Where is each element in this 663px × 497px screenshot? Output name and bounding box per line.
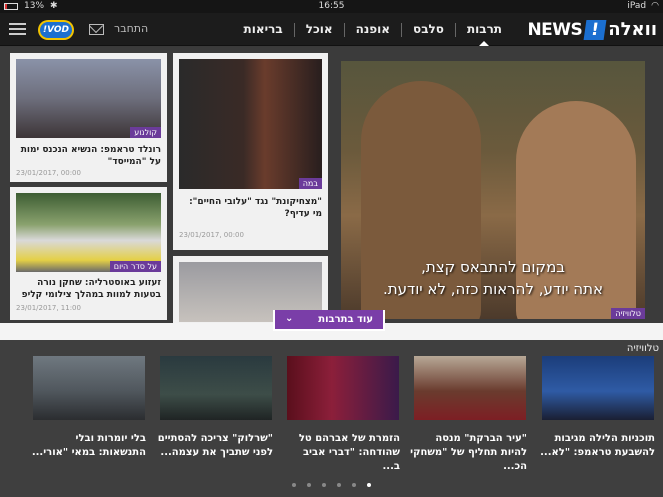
nav-item-health[interactable]: בריאות — [233, 13, 294, 46]
nav-item-celebs[interactable]: סלבס — [402, 13, 455, 46]
story-title: "מצחיקונת" נגד "עלובי החיים": מי עדיף? — [189, 197, 322, 219]
video-thumbnail[interactable] — [414, 356, 526, 420]
video-thumbnail[interactable] — [542, 356, 654, 420]
menu-icon[interactable] — [9, 23, 26, 36]
device-name: iPad — [627, 1, 647, 11]
video-title[interactable]: "שרלוק" צריכה להסתיים לפני שתביך את עצמה… — [155, 432, 273, 460]
video-title[interactable]: תוכניות הלילה מגיבות להשבעת טראמפ: "לא..… — [537, 432, 655, 460]
carousel-pagination — [0, 472, 663, 491]
video-thumbnail[interactable] — [160, 356, 272, 420]
video-title[interactable]: הזמרת של אברהם טל שהודחה: "דברי אביב ב..… — [282, 432, 400, 474]
status-time: 16:55 — [318, 1, 345, 11]
status-right: iPad ◠ — [627, 1, 659, 11]
vod-button[interactable]: VOD! — [38, 20, 74, 40]
video-thumbnail[interactable] — [287, 356, 399, 420]
video-title[interactable]: בלי יומרות ובלי התנשאות: במאי "אורי... — [28, 432, 146, 460]
nav-items: תרבות סלבס אופנה אוכל בריאות — [233, 13, 513, 46]
category-tag: טלוויזיה — [611, 308, 645, 319]
hero-story[interactable]: במקום להתבאס קצת, אתה יודע, להראות כזה, … — [341, 61, 645, 319]
story-card[interactable]: קולנוע רונלד טראמפ: הנשיא הנכנס ימות על … — [10, 53, 167, 182]
story-card[interactable]: במה "מצחיקונת" נגד "עלובי החיים": מי עדי… — [173, 53, 328, 250]
logo-hebrew: וואלה — [608, 19, 657, 40]
wifi-icon: ◠ — [651, 1, 659, 11]
mail-icon[interactable] — [89, 24, 104, 35]
category-tag: על סדר היום — [109, 261, 161, 272]
section-title: טלוויזיה — [626, 343, 659, 354]
page-dot[interactable] — [291, 483, 296, 487]
story-title: רונלד טראמפ: הנשיא הנכנס ימות על "המייסד… — [20, 145, 161, 167]
top-nav: וואלה ! NEWS תרבות סלבס אופנה אוכל בריאו… — [0, 13, 663, 46]
category-tag: קולנוע — [130, 127, 161, 138]
logo-news: NEWS — [527, 19, 583, 40]
story-date: 23/01/2017, 00:00 — [16, 169, 81, 177]
page-dot[interactable] — [321, 483, 326, 487]
story-image: קולנוע — [16, 59, 161, 138]
status-bar: 13% ✱ 16:55 iPad ◠ — [0, 0, 663, 13]
story-card[interactable]: על סדר היום זעזוע באוסטרליה: שחקן נורה ב… — [10, 187, 167, 320]
app-screen: 13% ✱ 16:55 iPad ◠ וואלה ! NEWS תרבות סל… — [0, 0, 663, 497]
hero-subtitle: אתה יודע, להראות כזה, לא יודעת. — [383, 280, 603, 298]
page-dot-active[interactable] — [367, 483, 372, 487]
chevron-down-icon: ⌄ — [285, 313, 294, 324]
story-title: זעזוע באוסטרליה: שחקן נורה בטעות למוות ב… — [21, 278, 161, 300]
logo-mark: ! — [583, 19, 607, 40]
tv-section: טלוויזיה תוכניות הלילה מגיבות להשבעת טרא… — [0, 340, 663, 497]
nav-item-food[interactable]: אוכל — [295, 13, 344, 46]
story-image: במה — [179, 59, 322, 189]
video-thumbnail[interactable] — [33, 356, 145, 420]
story-date: 23/01/2017, 11:00 — [16, 304, 81, 312]
main-content: במקום להתבאס קצת, אתה יודע, להראות כזה, … — [0, 47, 663, 326]
story-image: על סדר היום — [16, 193, 161, 272]
page-dot[interactable] — [337, 483, 342, 487]
category-tag: במה — [298, 178, 322, 189]
vod-label: VOD! — [40, 22, 72, 38]
page-dot[interactable] — [306, 483, 311, 487]
walla-news-logo[interactable]: וואלה ! NEWS — [527, 19, 657, 40]
page-dot[interactable] — [352, 483, 357, 487]
more-culture-button[interactable]: עוד בתרבות ⌄ — [273, 310, 385, 331]
more-culture-label: עוד בתרבות — [318, 314, 373, 325]
nav-item-fashion[interactable]: אופנה — [345, 13, 401, 46]
story-date: 23/01/2017, 00:00 — [179, 231, 244, 239]
login-link[interactable]: התחבר — [114, 22, 148, 35]
nav-item-culture[interactable]: תרבות — [456, 13, 513, 46]
hero-subtitle: במקום להתבאס קצת, — [421, 258, 565, 276]
video-title[interactable]: "עיר הברקת" מנסה להיות תחליף של "משחקי ה… — [409, 432, 527, 474]
